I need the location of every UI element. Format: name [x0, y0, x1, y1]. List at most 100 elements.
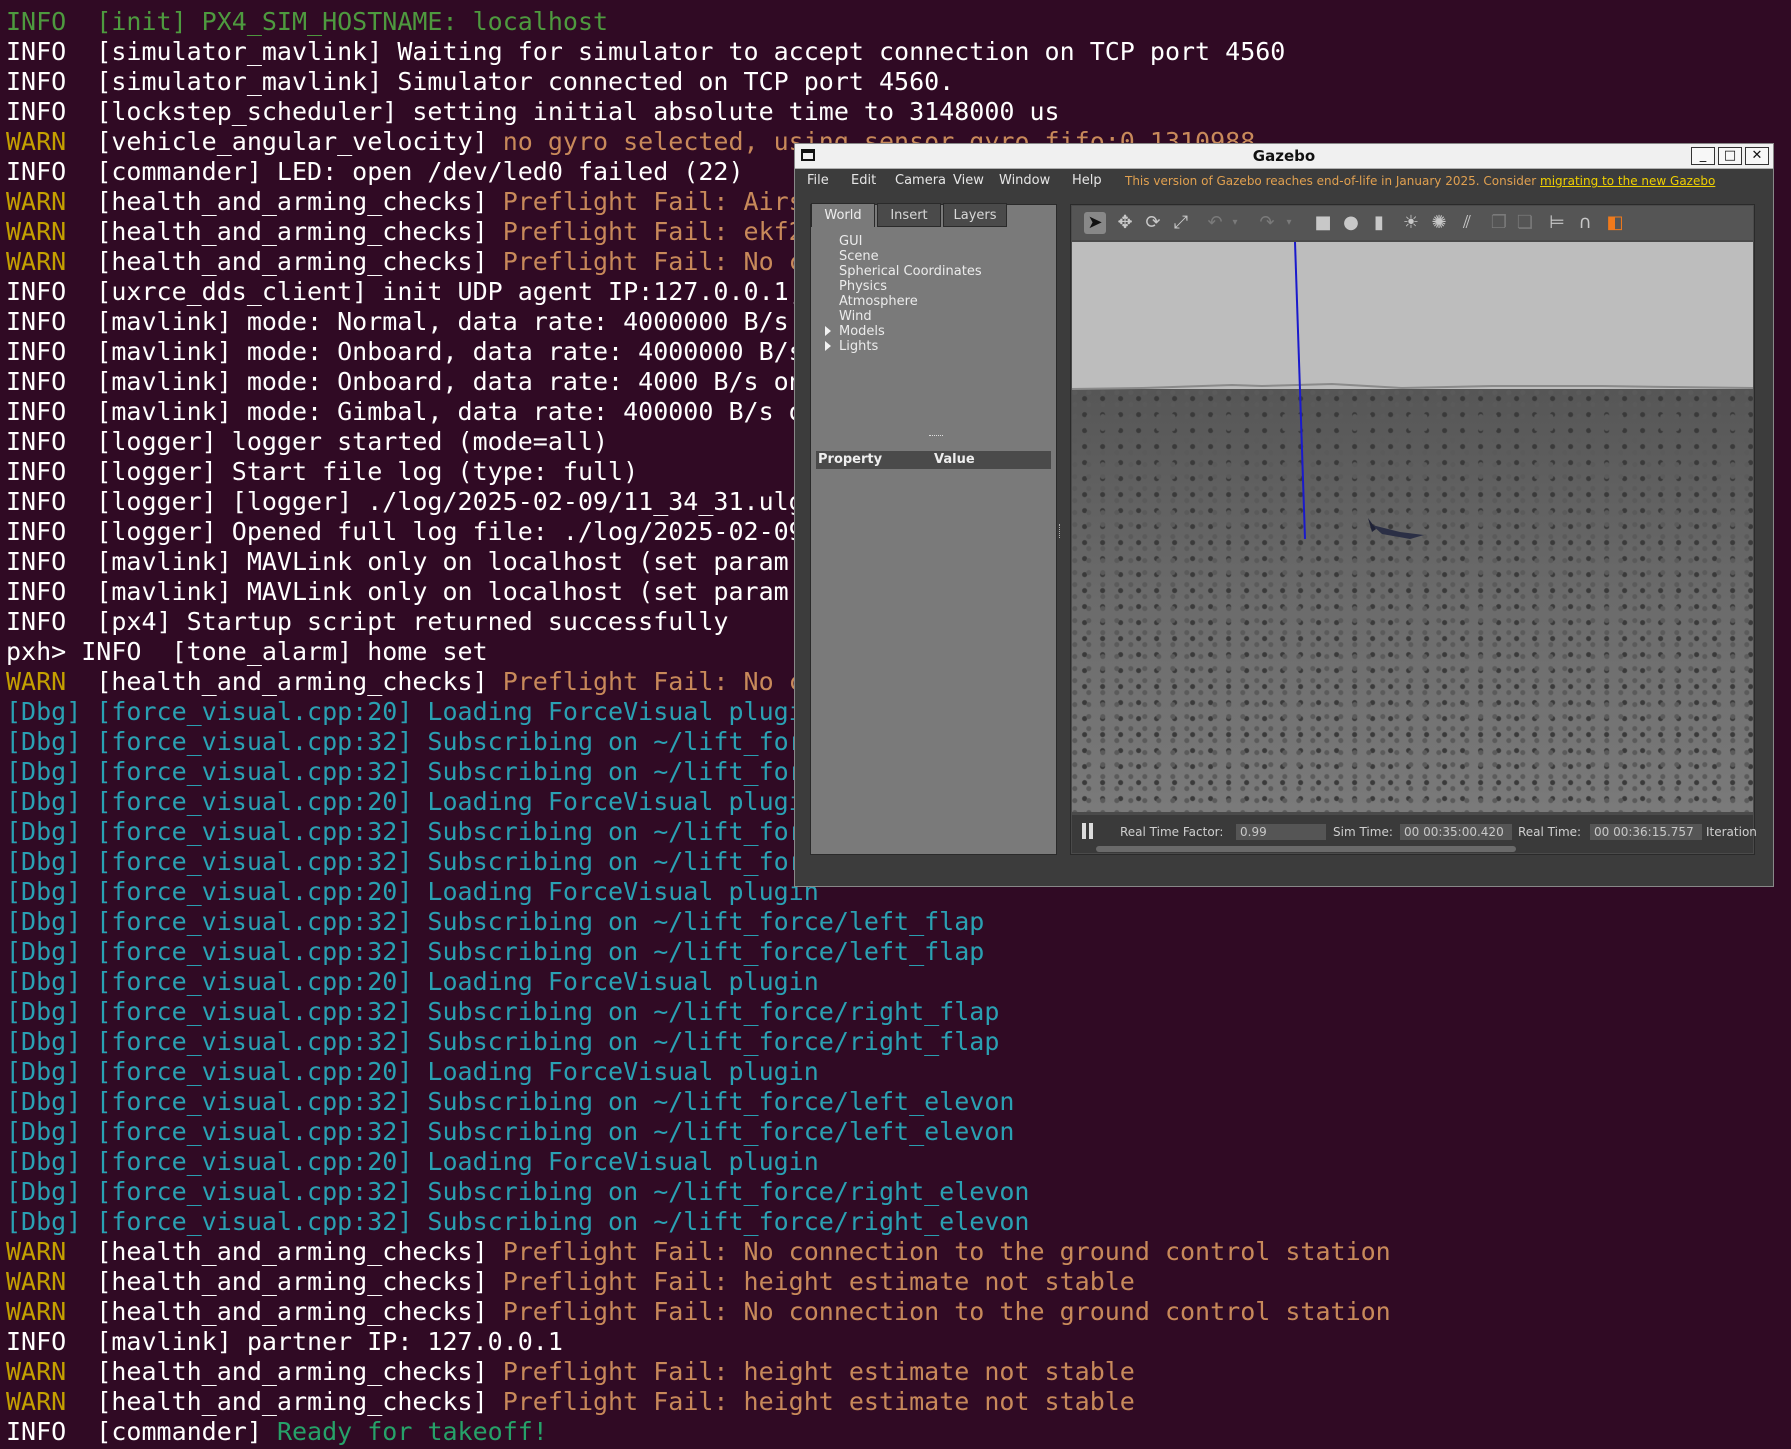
tab-world[interactable]: World	[811, 203, 875, 227]
menu-window[interactable]: Window	[999, 173, 1050, 188]
change-view-icon[interactable]: ◧	[1604, 212, 1626, 234]
splitter-handle[interactable]	[929, 435, 943, 438]
terminal-line: pxh> INFO [tone_alarm] home set	[6, 637, 488, 667]
log-segment: INFO [commander]	[6, 1417, 277, 1446]
terminal-line: WARN [health_and_arming_checks] Prefligh…	[6, 1237, 1391, 1267]
terminal-line: [Dbg] [force_visual.cpp:32] Subscribing …	[6, 907, 984, 937]
real-time-value: 00 00:36:15.757	[1590, 824, 1702, 840]
box-icon[interactable]: ■	[1312, 212, 1334, 234]
cylinder-icon[interactable]: ▮	[1368, 212, 1390, 234]
expand-arrow-icon[interactable]	[825, 326, 831, 336]
terminal-line: INFO [uxrce_dds_client] init UDP agent I…	[6, 277, 804, 307]
menu-help[interactable]: Help	[1072, 173, 1102, 188]
terminal-line: [Dbg] [force_visual.cpp:32] Subscribing …	[6, 1117, 1014, 1147]
paste-icon[interactable]: ❏	[1514, 212, 1536, 234]
log-segment: INFO [mavlink] mode: Onboard, data rate:…	[6, 367, 804, 396]
title-bar[interactable]: Gazebo _ □ ✕	[795, 144, 1773, 169]
redo-dropdown-icon[interactable]: ▾	[1278, 212, 1300, 234]
tree-item-physics[interactable]: Physics	[839, 279, 887, 294]
log-segment: [health_and_arming_checks]	[96, 247, 503, 276]
spot-light-icon[interactable]: ✺	[1428, 212, 1450, 234]
terminal-line: INFO [logger] Opened full log file: ./lo…	[6, 517, 804, 547]
translate-icon[interactable]: ✥	[1114, 212, 1136, 234]
redo-icon[interactable]: ↷	[1256, 212, 1278, 234]
eol-notice-text: This version of Gazebo reaches end-of-li…	[1125, 174, 1541, 188]
log-segment: [Dbg] [force_visual.cpp:32] Subscribing …	[6, 817, 804, 846]
terminal-line: INFO [logger] Start file log (type: full…	[6, 457, 638, 487]
log-segment: WARN	[6, 247, 97, 276]
rotate-icon[interactable]: ⟳	[1142, 212, 1164, 234]
window-title: Gazebo	[1252, 147, 1316, 165]
tree-item-atmosphere[interactable]: Atmosphere	[839, 294, 918, 309]
log-segment: [Dbg] [force_visual.cpp:20] Loading Forc…	[6, 787, 804, 816]
log-segment: WARN	[6, 1357, 97, 1386]
log-segment: [Dbg] [force_visual.cpp:32] Subscribing …	[6, 1177, 1030, 1206]
log-segment: INFO [simulator_mavlink] Simulator conne…	[6, 67, 955, 96]
log-segment: INFO [mavlink] MAVLink only on localhost…	[6, 547, 789, 576]
log-segment: [health_and_arming_checks]	[96, 187, 503, 216]
gazebo-window[interactable]: Gazebo _ □ ✕ File Edit Camera View Windo…	[794, 143, 1774, 887]
sim-time-label: Sim Time:	[1333, 825, 1393, 839]
terminal-line: [Dbg] [force_visual.cpp:20] Loading Forc…	[6, 967, 819, 997]
maximize-button[interactable]: □	[1718, 147, 1742, 165]
log-segment: [Dbg] [force_visual.cpp:32] Subscribing …	[6, 997, 1000, 1026]
log-segment: Preflight Fail: No c	[502, 247, 804, 276]
terminal-line: [Dbg] [force_visual.cpp:20] Loading Forc…	[6, 697, 804, 727]
log-segment: INFO [lockstep_scheduler] setting initia…	[6, 97, 1060, 126]
log-segment: Preflight Fail: No c	[502, 667, 804, 696]
property-table-header: Property Value	[816, 451, 1051, 469]
pause-icon[interactable]	[1089, 823, 1093, 839]
menu-file[interactable]: File	[807, 173, 829, 188]
status-bar: Real Time Factor: 0.99 Sim Time: 00 00:3…	[1072, 815, 1757, 853]
scale-icon[interactable]: ⤢	[1170, 212, 1192, 234]
menu-camera[interactable]: Camera	[895, 173, 946, 188]
copy-icon[interactable]: ❐	[1488, 212, 1510, 234]
log-segment: [health_and_arming_checks]	[96, 1357, 503, 1386]
terminal-line: INFO [init] PX4_SIM_HOSTNAME: localhost	[6, 7, 608, 37]
tab-layers[interactable]: Layers	[943, 203, 1007, 227]
terminal-line: INFO [mavlink] mode: Onboard, data rate:…	[6, 337, 804, 367]
tree-item-spherical-coordinates[interactable]: Spherical Coordinates	[839, 264, 982, 279]
expand-arrow-icon[interactable]	[825, 341, 831, 351]
tab-insert[interactable]: Insert	[877, 203, 941, 227]
log-segment: Preflight Fail: height estimate not stab…	[502, 1387, 1135, 1416]
migrate-link[interactable]: migrating to the new Gazebo	[1540, 174, 1715, 188]
panel-splitter[interactable]	[1059, 524, 1063, 538]
log-segment: [Dbg] [force_visual.cpp:32] Subscribing …	[6, 937, 985, 966]
log-segment: [Dbg] [force_visual.cpp:32] Subscribing …	[6, 727, 804, 756]
minimize-button[interactable]: _	[1691, 147, 1715, 165]
select-arrow-icon[interactable]: ➤	[1084, 212, 1106, 234]
terminal-line: [Dbg] [force_visual.cpp:20] Loading Forc…	[6, 1147, 819, 1177]
3d-viewport[interactable]	[1072, 242, 1753, 812]
left-panel: World Insert Layers GUI Scene Spherical …	[810, 203, 1057, 855]
log-segment: INFO [mavlink] mode: Onboard, data rate:…	[6, 337, 804, 366]
tree-item-gui[interactable]: GUI	[839, 234, 862, 249]
log-segment: [Dbg] [force_visual.cpp:32] Subscribing …	[6, 1207, 1030, 1236]
log-segment: WARN	[6, 1237, 97, 1266]
sphere-icon[interactable]: ●	[1340, 212, 1362, 234]
menu-edit[interactable]: Edit	[851, 173, 876, 188]
tree-item-scene[interactable]: Scene	[839, 249, 879, 264]
undo-dropdown-icon[interactable]: ▾	[1224, 212, 1246, 234]
align-icon[interactable]: ⊨	[1546, 212, 1568, 234]
snap-icon[interactable]: ∩	[1574, 212, 1596, 234]
terminal-line: INFO [logger] [logger] ./log/2025-02-09/…	[6, 487, 804, 517]
terminal-line: [Dbg] [force_visual.cpp:32] Subscribing …	[6, 937, 984, 967]
undo-icon[interactable]: ↶	[1204, 212, 1226, 234]
pause-icon[interactable]	[1082, 823, 1086, 839]
menu-view[interactable]: View	[953, 173, 984, 188]
log-segment: [Dbg] [force_visual.cpp:32] Subscribing …	[6, 847, 804, 876]
directional-light-icon[interactable]: ⫽	[1456, 212, 1478, 234]
close-button[interactable]: ✕	[1745, 147, 1769, 165]
point-light-icon[interactable]: ☀	[1400, 212, 1422, 234]
log-segment: INFO [init] PX4_SIM_HOSTNAME: localhost	[6, 7, 609, 36]
log-segment: INFO [logger] logger started (mode=all)	[6, 427, 609, 456]
tree-item-wind[interactable]: Wind	[839, 309, 872, 324]
log-segment: INFO [commander] LED: open /dev/led0 fai…	[6, 157, 744, 186]
horizontal-scrollbar[interactable]	[1096, 846, 1516, 852]
terminal-line: [Dbg] [force_visual.cpp:32] Subscribing …	[6, 1027, 999, 1057]
log-segment: WARN	[6, 187, 97, 216]
tree-item-lights[interactable]: Lights	[839, 339, 878, 354]
log-segment: [Dbg] [force_visual.cpp:32] Subscribing …	[6, 757, 804, 786]
tree-item-models[interactable]: Models	[839, 324, 885, 339]
